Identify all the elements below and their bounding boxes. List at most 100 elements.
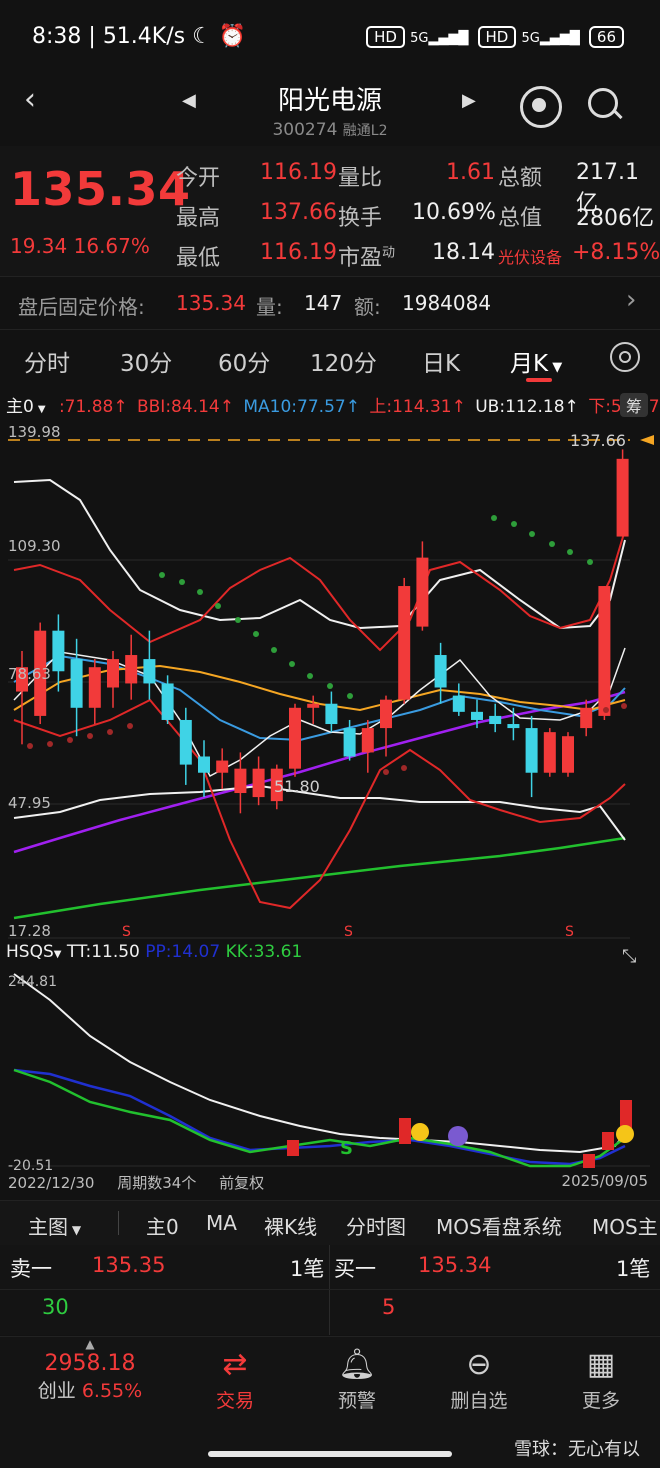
indicator-bare-k[interactable]: 裸K线	[264, 1211, 317, 1240]
chevron-right-icon[interactable]: ›	[626, 285, 636, 315]
candle-down	[179, 719, 192, 765]
bid1-volume: 5	[382, 1295, 396, 1319]
y-axis-label-4: 47.95	[8, 794, 51, 812]
candle-down	[489, 715, 502, 725]
high-label: 最高	[176, 206, 221, 231]
more-button[interactable]: ▦ 更多	[546, 1347, 656, 1413]
candle-up	[88, 667, 101, 708]
candle-up	[216, 760, 229, 773]
search-icon[interactable]	[588, 88, 623, 120]
candle-up	[361, 728, 374, 753]
indicator-timeshare[interactable]: 分时图	[346, 1211, 406, 1240]
candle-up	[580, 707, 593, 729]
trade-button[interactable]: ⇄ 交易	[180, 1347, 290, 1413]
main-indicator-selector[interactable]: 主0 ▼	[6, 397, 50, 417]
ask1-volume: 30	[42, 1295, 69, 1319]
after-hours-amt: 1984084	[402, 291, 492, 315]
next-stock-icon[interactable]: ▶	[462, 90, 476, 111]
home-indicator[interactable]	[208, 1451, 452, 1457]
after-hours-row[interactable]: 盘后固定价格: 135.34 量: 147 额: 1984084 ›	[0, 276, 660, 330]
indicator-mos-main[interactable]: MOS主	[592, 1211, 658, 1240]
chip-distribution-button[interactable]: 筹	[620, 393, 648, 417]
period-count: 周期数34个	[117, 1174, 197, 1192]
price-adjust: 前复权	[219, 1174, 265, 1192]
indicator-main0[interactable]: 主0	[146, 1211, 179, 1240]
hsqs-kk: KK:33.61	[225, 942, 303, 962]
order-book: 卖一 135.35 1笔 30 买一 135.34 1笔 5	[0, 1245, 660, 1335]
sector-name[interactable]: 光伏设备	[498, 244, 562, 268]
y-axis-label-3: 78.63	[8, 665, 51, 683]
mktcap-value: 2806亿	[576, 206, 654, 231]
candlestick-chart[interactable]: 139.98 109.30 78.63 47.95 17.28 137.66 5…	[0, 420, 660, 940]
status-icons: HD 5G▂▄▆█ HD 5G▂▄▆█ 66	[362, 26, 624, 48]
remove-watchlist-button[interactable]: ⊖ 删自选	[424, 1347, 534, 1413]
sub-indicator-selector[interactable]: HSQS▼	[6, 942, 61, 962]
candle-up	[616, 458, 629, 537]
snowball-mascot-icon[interactable]	[520, 86, 562, 128]
tab-120min[interactable]: 120分	[310, 344, 377, 378]
indicator-legend: 主0 ▼ :71.88↑ BBI:84.14↑ MA10:77.57↑ 上:114…	[6, 392, 660, 420]
tab-daily[interactable]: 日K	[422, 344, 460, 378]
candle-down	[52, 630, 65, 672]
indicator-ma[interactable]: MA	[206, 1211, 237, 1235]
pe-value: 18.14	[432, 240, 495, 265]
legend-upper: 上:114.31↑	[369, 397, 466, 417]
vol-ratio-value: 1.61	[446, 160, 495, 185]
hd-icon-2: HD	[477, 26, 517, 48]
hsqs-axis-top: 244.81	[8, 974, 57, 990]
divider	[329, 1245, 330, 1335]
expand-icon[interactable]: ⤡	[622, 946, 636, 967]
money-bag-icon-2	[616, 1125, 634, 1143]
indicator-mos-system[interactable]: MOS看盘系统	[436, 1211, 562, 1240]
candle-up	[234, 768, 247, 794]
status-time: 8:38 | 51.4K/s ☾ ⏰	[32, 24, 247, 49]
sell-signal-3: S	[565, 924, 574, 940]
hsqs-tt: TT:11.50	[66, 942, 140, 962]
price-change: 19.34 16.67%	[10, 234, 150, 258]
main-chart-dropdown[interactable]: 主图 ▼	[28, 1211, 81, 1240]
time-axis: 2022/12/30 周期数34个 前复权 2025/09/05	[8, 1172, 654, 1193]
candle-up	[107, 659, 119, 688]
hsqs-white-line	[13, 973, 626, 1154]
after-hours-price: 135.34	[176, 291, 246, 315]
low-value: 116.19	[260, 240, 337, 265]
open-label: 今开	[176, 166, 221, 191]
hsqs-chart[interactable]: S 244.81 -20.51	[0, 970, 660, 1170]
index-change: 创业 6.55%	[37, 1380, 143, 1402]
turnover-label: 换手	[338, 206, 383, 231]
sell-signal-1: S	[122, 924, 131, 940]
tab-monthly[interactable]: 月K ▼	[510, 344, 562, 378]
tab-30min[interactable]: 30分	[120, 344, 172, 378]
vol-ratio-label: 量比	[338, 166, 383, 191]
y-axis-top: 139.98	[8, 423, 61, 441]
candle-down	[452, 695, 465, 712]
candle-down	[507, 724, 520, 729]
status-bar: 8:38 | 51.4K/s ☾ ⏰ HD 5G▂▄▆█ HD 5G▂▄▆█ 6…	[0, 0, 660, 78]
chart-settings-icon[interactable]	[610, 342, 640, 372]
tab-60min[interactable]: 60分	[218, 344, 270, 378]
signal-icon: 5G▂▄▆█	[410, 31, 469, 46]
index-widget[interactable]: ▲ 2958.18 创业 6.55%	[20, 1337, 160, 1403]
high-value: 137.66	[260, 200, 337, 225]
alert-button[interactable]: 🔔︎ 预警	[302, 1347, 412, 1413]
bottom-toolbar: ▲ 2958.18 创业 6.55% ⇄ 交易 🔔︎ 预警 ⊖ 删自选 ▦ 更多 雪球：…	[0, 1336, 660, 1468]
tab-intraday[interactable]: 分时	[24, 344, 70, 378]
after-hours-vol-label: 量:	[256, 295, 283, 319]
bid1-count: 1笔	[616, 1257, 651, 1281]
y-axis-bottom: 17.28	[8, 922, 51, 940]
divider	[0, 1289, 660, 1290]
hsqs-red-marker	[583, 1154, 595, 1168]
hsqs-green-line	[13, 1068, 626, 1168]
hsqs-axis-bottom: -20.51	[8, 1158, 53, 1170]
candle-down	[434, 655, 447, 688]
low-label: 最低	[176, 246, 221, 271]
amount-label: 总额	[498, 166, 543, 191]
turnover-value: 10.69%	[412, 200, 496, 225]
candle-up	[307, 703, 320, 708]
candle-down	[343, 728, 356, 757]
ask1-count: 1笔	[290, 1257, 325, 1281]
hsqs-pp: PP:14.07	[145, 942, 221, 962]
stock-code: 300274 融通L2	[272, 120, 388, 140]
sector-change: +8.15%	[572, 240, 660, 265]
mktcap-label: 总值	[498, 206, 543, 231]
